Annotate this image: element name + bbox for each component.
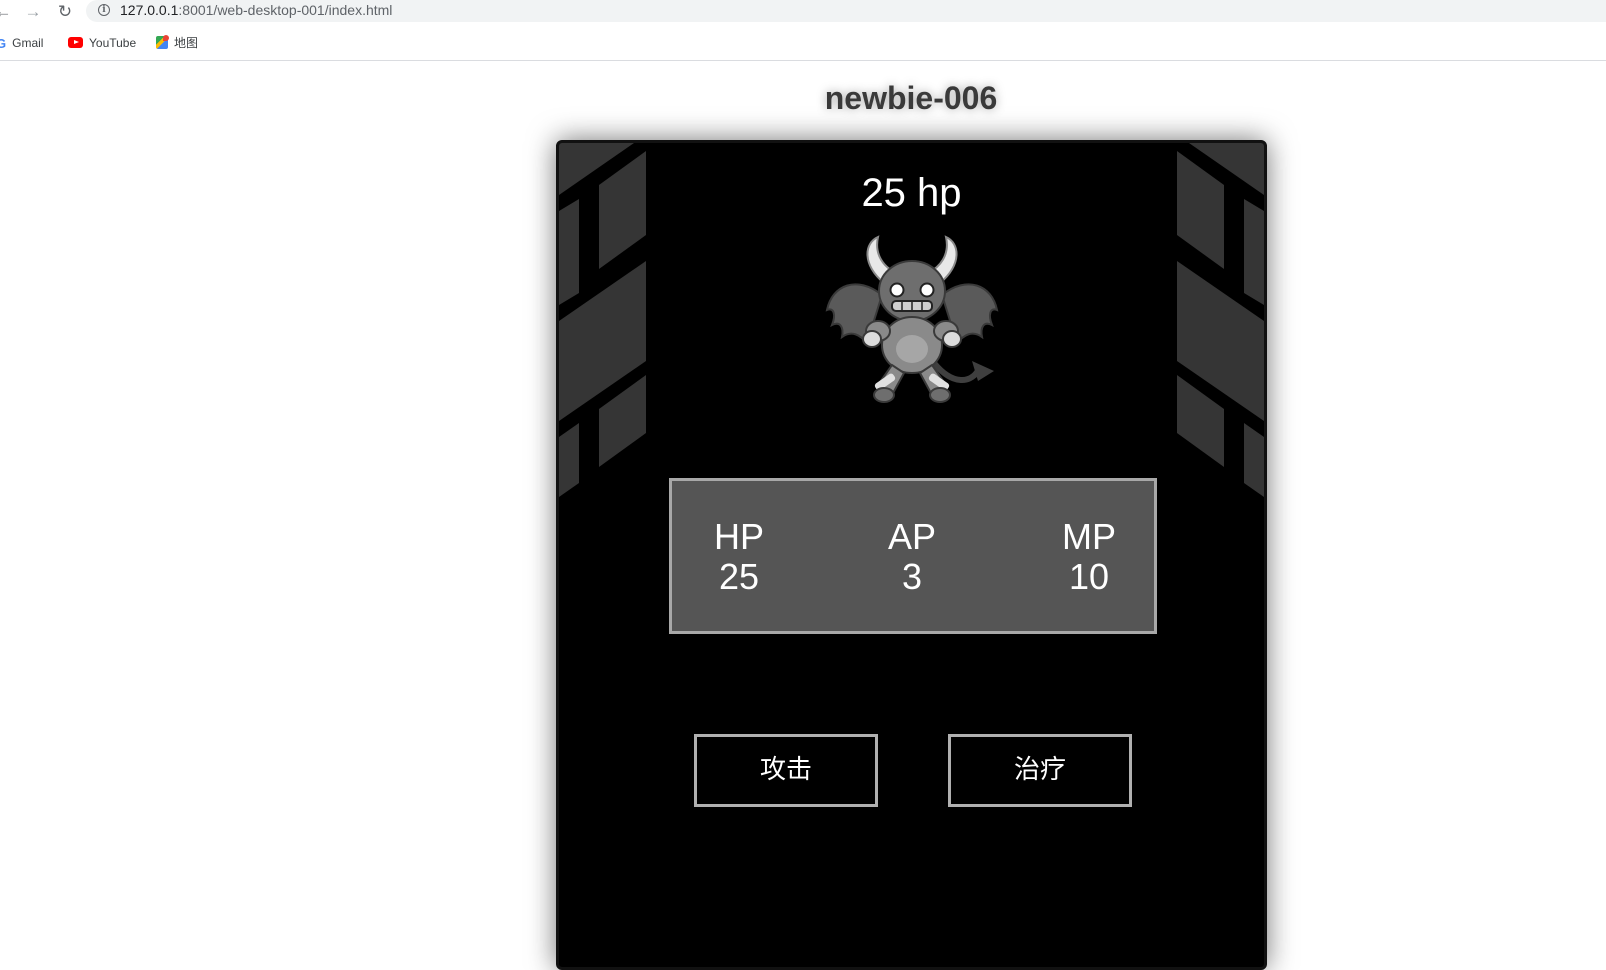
url-host: 127.0.0.1 (120, 2, 179, 18)
heal-button[interactable]: 治疗 (948, 734, 1132, 807)
bookmark-label: 地图 (174, 36, 199, 50)
stat-hp-value: 25 (718, 556, 760, 597)
bookmark-label: Gmail (12, 36, 44, 50)
page-title: newbie-006 (824, 80, 998, 116)
back-arrow-icon[interactable]: ← (0, 1, 14, 23)
stat-mp: MP 10 (1029, 517, 1149, 597)
maps-icon (156, 35, 169, 50)
bookmark-youtube[interactable]: YouTube (68, 34, 136, 52)
stat-ap-label: AP (887, 516, 937, 557)
enemy-hp-display: 25 hp (861, 171, 962, 215)
info-icon[interactable]: i (98, 4, 110, 16)
google-icon: G (0, 35, 7, 51)
stat-ap: AP 3 (852, 517, 972, 597)
attack-button[interactable]: 攻击 (694, 734, 878, 807)
address-bar[interactable]: i 127.0.0.1:8001/web-desktop-001/index.h… (86, 0, 1606, 22)
bookmark-gmail[interactable]: G Gmail (0, 34, 43, 52)
url-path: :8001/web-desktop-001/index.html (178, 2, 393, 18)
forward-arrow-icon[interactable]: → (22, 1, 44, 23)
player-stats-panel: HP 25 AP 3 MP 10 (669, 478, 1157, 634)
stat-hp-label: HP (713, 516, 764, 557)
stat-ap-value: 3 (901, 556, 923, 597)
browser-toolbar: ← → ↻ i 127.0.0.1:8001/web-desktop-001/i… (0, 0, 1606, 24)
stat-mp-label: MP (1062, 516, 1116, 557)
game-panel: 25 hp HP 25 AP 3 MP 10 攻击 治疗 (556, 140, 1267, 970)
url-text[interactable]: 127.0.0.1:8001/web-desktop-001/index.htm… (120, 2, 392, 18)
bookmarks-bar: G Gmail YouTube 地图 (0, 30, 1606, 56)
youtube-icon (68, 37, 83, 49)
bookmark-maps[interactable]: 地图 (156, 34, 198, 52)
bookmark-label: YouTube (89, 36, 137, 50)
reload-icon[interactable]: ↻ (54, 1, 76, 23)
demon-icon (825, 235, 999, 403)
chrome-divider (0, 60, 1606, 61)
stat-mp-value: 10 (1068, 556, 1110, 597)
stat-hp: HP 25 (679, 517, 799, 597)
